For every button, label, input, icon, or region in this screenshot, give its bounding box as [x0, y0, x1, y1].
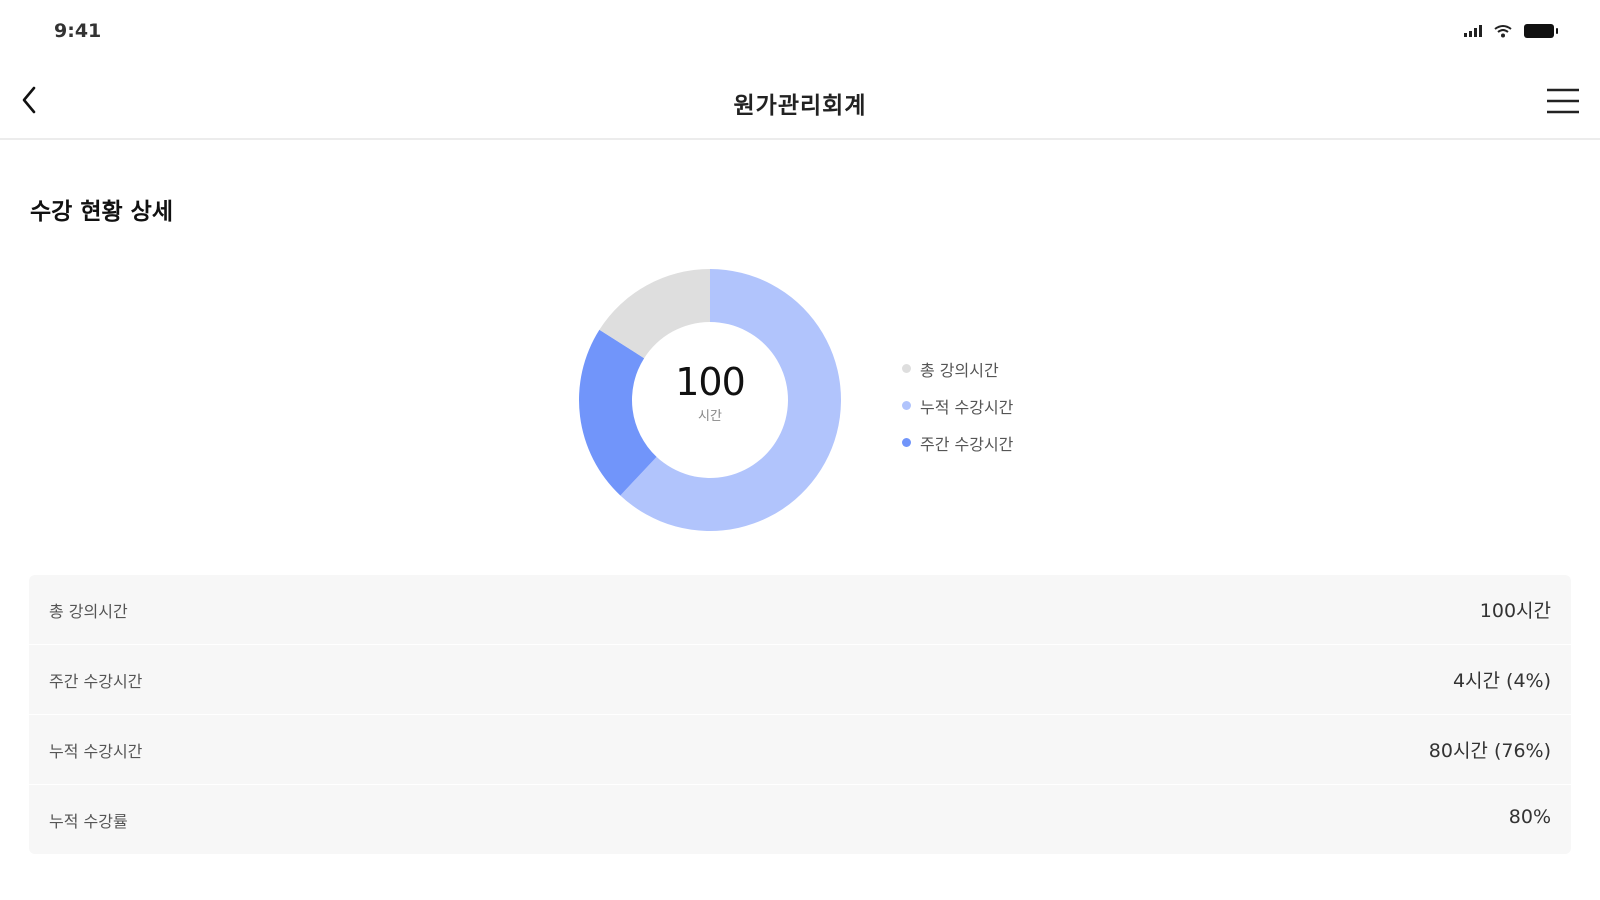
page-title: 원가관리회계: [733, 93, 867, 119]
table-row: 누적 수강시간 80시간 (76%): [29, 715, 1571, 785]
donut-center-unit: 시간: [698, 409, 722, 424]
section-title: 수강 현황 상세: [30, 199, 173, 225]
row-value: 80%: [1508, 806, 1551, 828]
row-label: 누적 수강시간: [49, 742, 143, 761]
legend-label: 총 강의시간: [920, 360, 999, 380]
legend-item: 총 강의시간: [902, 350, 1013, 387]
row-value: 100시간: [1479, 600, 1551, 622]
legend-item: 주간 수강시간: [902, 424, 1013, 461]
chart-legend: 총 강의시간 누적 수강시간 주간 수강시간: [902, 350, 1013, 461]
legend-dot: [902, 438, 911, 447]
table-row: 총 강의시간 100시간: [29, 575, 1571, 645]
info-table: 총 강의시간 100시간 주간 수강시간 4시간 (4%) 누적 수강시간 80…: [29, 575, 1571, 854]
table-row: 주간 수강시간 4시간 (4%): [29, 645, 1571, 715]
legend-dot: [902, 364, 911, 373]
legend-label: 누적 수강시간: [920, 397, 1014, 417]
nav-bar: 원가관리회계: [0, 68, 1600, 140]
status-bar: 9:41: [0, 0, 1600, 68]
table-row: 누적 수강률 80%: [29, 785, 1571, 854]
row-label: 총 강의시간: [49, 602, 128, 621]
row-label: 주간 수강시간: [49, 672, 143, 691]
row-value: 80시간 (76%): [1428, 740, 1551, 762]
status-icons: [1464, 24, 1558, 38]
legend-dot: [902, 401, 911, 410]
signal-icon: [1464, 25, 1482, 37]
status-time: 9:41: [54, 20, 102, 42]
hamburger-menu-icon: [1547, 88, 1579, 114]
row-value: 4시간 (4%): [1452, 670, 1551, 692]
battery-icon: [1524, 24, 1558, 38]
row-label: 누적 수강률: [49, 812, 128, 831]
donut-center-value: 100: [675, 360, 746, 404]
menu-button[interactable]: [1542, 84, 1582, 120]
wifi-icon: [1494, 25, 1512, 38]
legend-item: 누적 수강시간: [902, 387, 1013, 424]
donut-chart: 100 시간: [575, 265, 845, 535]
legend-label: 주간 수강시간: [920, 434, 1014, 454]
